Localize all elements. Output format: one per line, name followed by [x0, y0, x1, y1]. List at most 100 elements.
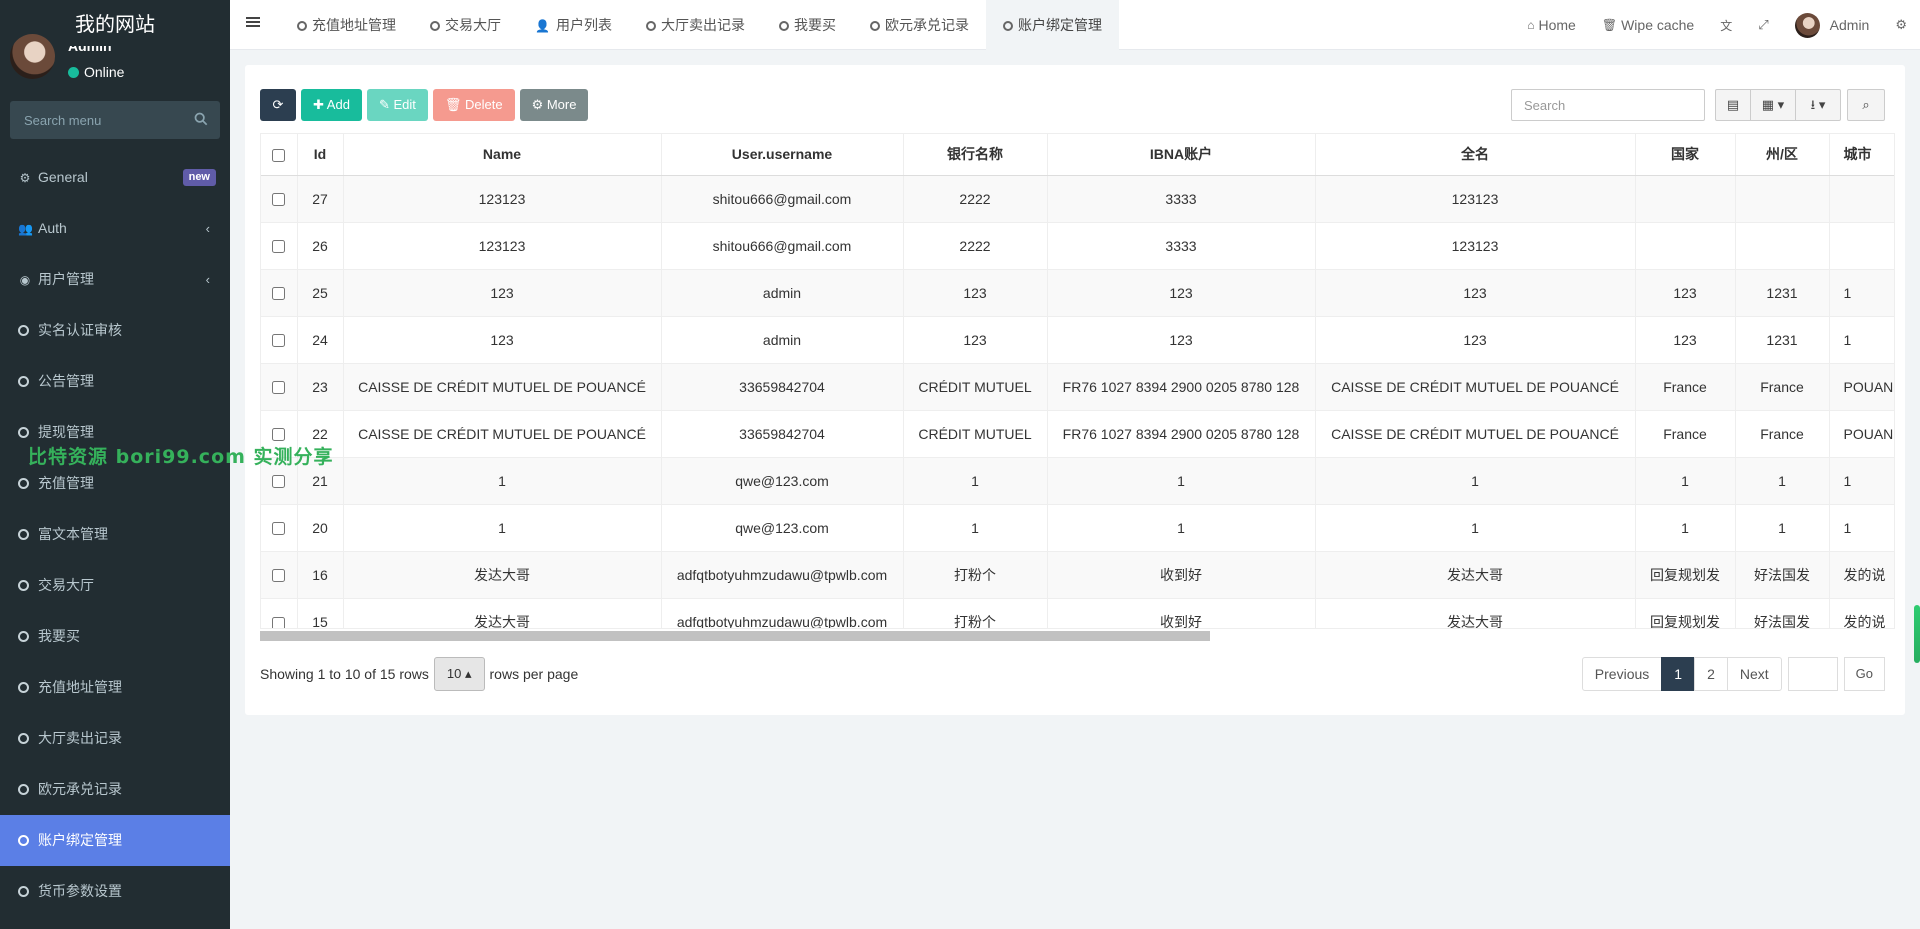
table-row[interactable]: 15 发达大哥 adfqtbotyuhmzudawu@tpwlb.com 打粉个 收到好… [261, 597, 1894, 628]
row-checkbox[interactable] [272, 616, 286, 628]
column-header[interactable]: User.username [661, 134, 904, 176]
home-label: Home [1538, 17, 1576, 33]
delete-label: Delete [464, 97, 503, 112]
sidebar-item-trade-hall[interactable]: 交易大厅 [0, 560, 230, 611]
refresh-button[interactable]: ⟳ [260, 89, 296, 121]
sidebar-item-currency[interactable]: 货币参数设置 [0, 866, 230, 917]
advanced-search-button[interactable]: ⌕ [1847, 89, 1885, 121]
column-header[interactable]: Name [343, 134, 662, 176]
column-header[interactable]: 州/区 [1735, 134, 1830, 176]
row-checkbox[interactable] [272, 522, 286, 536]
table-cell: 好法国发 [1735, 550, 1830, 598]
tab-euro[interactable]: 欧元承兑记录 [853, 0, 986, 50]
sidebar-item-auth[interactable]: 👥 Auth ‹ [0, 203, 230, 254]
table-cell: 2222 [903, 221, 1048, 269]
chevron-left-icon: ‹ [205, 272, 210, 287]
sidebar-item-user-management[interactable]: ◉ 用户管理 ‹ [0, 254, 230, 305]
sidebar-item-recharge-address[interactable]: 充值地址管理 [0, 662, 230, 713]
user-panel: Admin Online [0, 30, 230, 90]
table-row[interactable]: 25 123 admin 123 123 123 123 1231 1 [261, 268, 1894, 316]
toggle-view-button[interactable]: ▤ [1715, 89, 1751, 121]
sidebar-item-notice[interactable]: 公告管理 [0, 356, 230, 407]
next-page-button[interactable]: Next [1726, 657, 1782, 691]
sidebar-item-label: 提现管理 [38, 424, 94, 440]
select-all-checkbox[interactable] [272, 149, 286, 163]
go-button[interactable]: Go [1843, 657, 1885, 691]
column-header[interactable]: IBNA账户 [1047, 134, 1316, 176]
row-checkbox[interactable] [272, 475, 286, 489]
sidebar-item-account-binding[interactable]: 账户绑定管理 [0, 815, 230, 866]
table-cell: 发达大哥 [1315, 550, 1636, 598]
sidebar-item-buy[interactable]: 我要买 [0, 611, 230, 662]
table-cell: 收到好 [1047, 550, 1316, 598]
cog-icon: ⚙ [531, 97, 547, 112]
table-row[interactable]: 24 123 admin 123 123 123 123 1231 1 [261, 315, 1894, 363]
table-row[interactable]: 22 CAISSE DE CRÉDIT MUTUEL DE POUANCÉ 3365… [261, 409, 1894, 457]
page-size-dropdown[interactable]: 10 ▴ [433, 657, 485, 691]
row-checkbox[interactable] [272, 569, 286, 583]
admin-menu[interactable]: Admin [1782, 0, 1883, 50]
tab-hall-sell[interactable]: 大厅卖出记录 [629, 0, 762, 50]
export-button[interactable]: ⭳ ▾ [1795, 89, 1841, 121]
language-button[interactable]: 文 [1707, 0, 1745, 50]
tab-trade-hall[interactable]: 交易大厅 [413, 0, 518, 50]
tab-buy[interactable]: 我要买 [762, 0, 853, 50]
sidebar-item-general[interactable]: ⚙ General new [0, 152, 230, 203]
vertical-scroll-indicator[interactable] [1914, 605, 1920, 663]
new-badge: new [182, 169, 216, 186]
tab-label: 欧元承兑记录 [884, 17, 969, 33]
row-checkbox[interactable] [272, 428, 286, 442]
delete-button[interactable]: 🗑 Delete [432, 89, 515, 121]
settings-button[interactable]: ⚙ [1882, 0, 1920, 50]
column-header[interactable]: 全名 [1315, 134, 1636, 176]
search-menu-input[interactable] [10, 101, 180, 139]
sidebar-item-euro[interactable]: 欧元承兑记录 [0, 764, 230, 815]
wipe-cache-button[interactable]: 🗑 Wipe cache [1589, 0, 1707, 50]
add-button[interactable]: ✚ Add [301, 89, 362, 121]
page-button-2[interactable]: 2 [1694, 657, 1728, 691]
table-search-input[interactable] [1511, 89, 1705, 121]
table-row[interactable]: 21 1 qwe@123.com 1 1 1 1 1 1 [261, 456, 1894, 504]
tab-recharge-address[interactable]: 充值地址管理 [280, 0, 413, 50]
column-header[interactable]: Id [297, 134, 344, 176]
row-checkbox[interactable] [272, 240, 286, 254]
columns-button[interactable]: ▦ ▾ [1750, 89, 1796, 121]
chevron-left-icon: ‹ [205, 221, 210, 236]
fullscreen-button[interactable]: ⤢ [1745, 0, 1781, 50]
tab-user-list[interactable]: 👤 用户列表 [518, 0, 629, 50]
page-jump-input[interactable] [1787, 657, 1838, 691]
sidebar-item-realname[interactable]: 实名认证审核 [0, 305, 230, 356]
circle-icon [297, 21, 307, 31]
sidebar-item-label: 货币参数设置 [38, 883, 122, 899]
table-cell: 1 [903, 503, 1048, 551]
select-all-cell [261, 134, 298, 176]
column-header[interactable]: 银行名称 [903, 134, 1048, 176]
hamburger-icon[interactable] [246, 15, 260, 29]
nav-right: ⌂ Home 🗑 Wipe cache 文 ⤢ Admin ⚙ [1514, 0, 1920, 50]
table-cell: 16 [297, 550, 344, 598]
column-header[interactable]: 国家 [1635, 134, 1736, 176]
table-row[interactable]: 27 123123 shitou666@gmail.com 2222 3333 12312… [261, 174, 1894, 222]
showing-text: Showing 1 to 10 of 15 rows [260, 666, 429, 682]
table-row[interactable]: 23 CAISSE DE CRÉDIT MUTUEL DE POUANCÉ 3365… [261, 362, 1894, 410]
sidebar-item-hall-sell[interactable]: 大厅卖出记录 [0, 713, 230, 764]
row-checkbox[interactable] [272, 287, 286, 301]
previous-page-button[interactable]: Previous [1581, 657, 1663, 691]
row-checkbox[interactable] [272, 334, 286, 348]
column-header[interactable]: 城市 [1829, 134, 1894, 176]
table-row[interactable]: 20 1 qwe@123.com 1 1 1 1 1 1 [261, 503, 1894, 551]
search-icon[interactable] [194, 112, 208, 126]
row-checkbox[interactable] [272, 193, 286, 207]
more-button[interactable]: ⚙ More [519, 89, 589, 121]
page-button-1[interactable]: 1 [1661, 657, 1696, 691]
tab-account-binding[interactable]: 账户绑定管理 [985, 0, 1119, 50]
row-checkbox[interactable] [272, 381, 286, 395]
table-row[interactable]: 26 123123 shitou666@gmail.com 2222 3333 12312… [261, 221, 1894, 269]
data-table-container: Id Name User.username 银行名称 IBNA账户 全名 国家 … [260, 133, 1895, 629]
expand-icon: ⤢ [1758, 17, 1769, 32]
home-link[interactable]: ⌂ Home [1514, 0, 1589, 50]
edit-button[interactable]: ✎ Edit [366, 89, 428, 121]
sidebar-item-richtext[interactable]: 富文本管理 [0, 509, 230, 560]
table-row[interactable]: 16 发达大哥 adfqtbotyuhmzudawu@tpwlb.com 打粉个 收到好… [261, 550, 1894, 598]
horizontal-scrollbar[interactable] [260, 631, 1210, 641]
